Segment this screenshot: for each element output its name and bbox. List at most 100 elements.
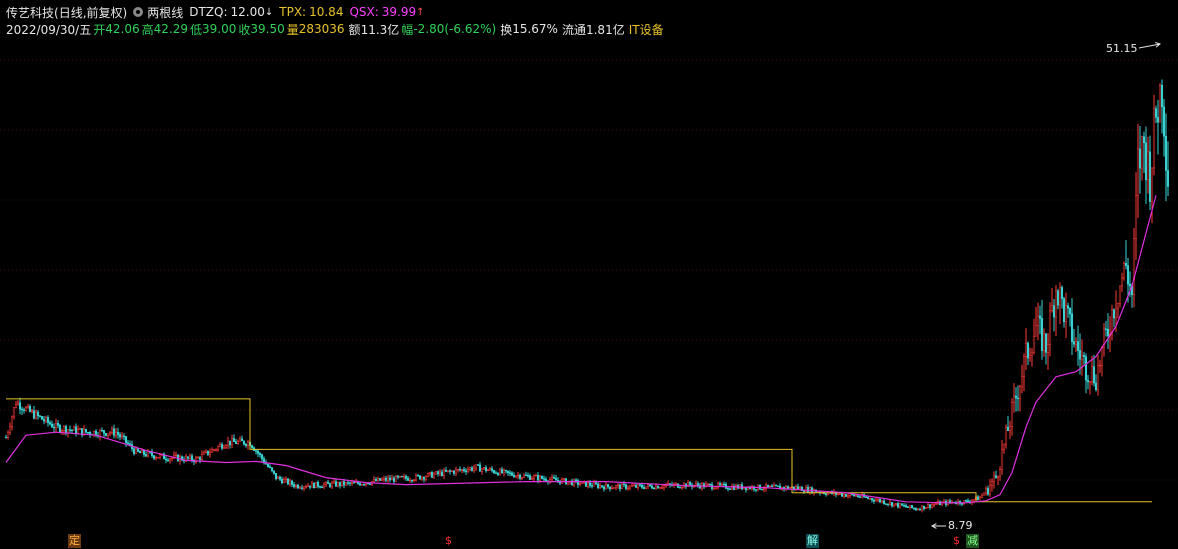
- candle-body: [992, 475, 996, 482]
- candle-body: [852, 494, 856, 497]
- candle-body: [1038, 315, 1042, 319]
- candle-body: [966, 500, 970, 502]
- candle-body: [616, 484, 620, 487]
- candle-body: [1086, 379, 1090, 383]
- candle-body: [200, 453, 204, 460]
- candle-body: [866, 497, 870, 499]
- candle-body: [1152, 108, 1156, 169]
- candle-body: [288, 480, 292, 485]
- candle-body: [972, 499, 976, 502]
- candle-body: [1012, 395, 1016, 403]
- candle-body: [680, 486, 684, 489]
- candle-body: [104, 433, 108, 436]
- candle-body: [342, 481, 346, 486]
- candle-body: [238, 438, 242, 442]
- candle-body: [980, 494, 984, 498]
- marker-jie[interactable]: 解: [806, 534, 819, 548]
- candle-body: [344, 482, 348, 486]
- candle-body: [480, 468, 484, 472]
- candle-body: [266, 464, 270, 467]
- candle-body: [70, 429, 74, 431]
- candle-body: [1040, 318, 1044, 351]
- candle-body: [440, 471, 444, 476]
- candle-body: [10, 416, 14, 428]
- candle-body: [36, 411, 40, 417]
- candle-body: [762, 488, 766, 490]
- candle-body: [1116, 303, 1120, 309]
- candle-body: [514, 475, 518, 478]
- candle-body: [512, 475, 516, 478]
- candle-body: [622, 483, 626, 486]
- candle-body: [416, 474, 420, 477]
- candle-body: [24, 407, 28, 411]
- candle-body: [1164, 135, 1168, 171]
- candle-body: [62, 426, 66, 431]
- candle-body: [498, 469, 502, 476]
- candle-body: [296, 484, 300, 489]
- candle-body: [1098, 364, 1102, 367]
- candle-body: [522, 474, 526, 478]
- candle-body: [858, 496, 862, 498]
- candle-body: [114, 431, 118, 436]
- candle-body: [240, 438, 244, 442]
- marker-ding[interactable]: 定: [68, 534, 81, 548]
- candle-body: [506, 470, 510, 474]
- candle-body: [98, 430, 102, 437]
- candle-body: [276, 476, 280, 480]
- candle-body: [928, 504, 932, 508]
- candle-body: [360, 484, 364, 486]
- candle-body: [1126, 265, 1130, 285]
- candle-body: [642, 487, 646, 489]
- candle-body: [920, 505, 924, 511]
- candle-body: [722, 483, 726, 486]
- candle-body: [448, 470, 452, 472]
- candle-body: [224, 445, 228, 448]
- candle-body: [500, 469, 504, 474]
- candle-body: [1138, 148, 1142, 169]
- candle-body: [306, 485, 310, 488]
- candle-body: [1156, 117, 1160, 123]
- candle-body: [1032, 336, 1036, 353]
- marker-jian[interactable]: 减: [966, 534, 979, 548]
- candle-body: [230, 438, 234, 446]
- candlestick-chart[interactable]: [0, 0, 1178, 549]
- marker-dollar-2[interactable]: $: [950, 534, 963, 548]
- candle-body: [270, 467, 274, 471]
- candle-body: [340, 481, 344, 486]
- candle-body: [284, 478, 288, 480]
- candle-body: [588, 482, 592, 486]
- candle-body: [550, 476, 554, 480]
- candle-body: [880, 500, 884, 503]
- candle-body: [318, 486, 322, 488]
- candle-body: [106, 433, 110, 436]
- candle-body: [592, 482, 596, 487]
- candle-body: [804, 487, 808, 492]
- candle-body: [1058, 287, 1062, 306]
- candle-body: [272, 470, 276, 474]
- candle-body: [1114, 307, 1118, 319]
- candle-body: [726, 488, 730, 490]
- candle-body: [392, 477, 396, 482]
- candle-body: [376, 478, 380, 482]
- candle-body: [542, 478, 546, 480]
- candle-body: [444, 469, 448, 472]
- candle-body: [654, 485, 658, 490]
- candle-body: [4, 437, 8, 439]
- candle-body: [1036, 315, 1040, 326]
- candle-body: [304, 486, 308, 488]
- candle-body: [552, 476, 556, 479]
- candle-body: [658, 487, 662, 489]
- candle-body: [136, 448, 140, 452]
- candle-body: [648, 484, 652, 487]
- candle-body: [464, 470, 468, 472]
- candle-body: [12, 407, 16, 418]
- candle-body: [8, 426, 12, 433]
- candle-body: [1090, 366, 1094, 382]
- marker-dollar-1[interactable]: $: [442, 534, 455, 548]
- candle-body: [1148, 151, 1152, 202]
- candle-body: [246, 441, 250, 446]
- candle-body: [1124, 262, 1128, 266]
- candle-body: [386, 477, 390, 481]
- candle-body: [1062, 298, 1066, 323]
- candle-body: [350, 482, 354, 484]
